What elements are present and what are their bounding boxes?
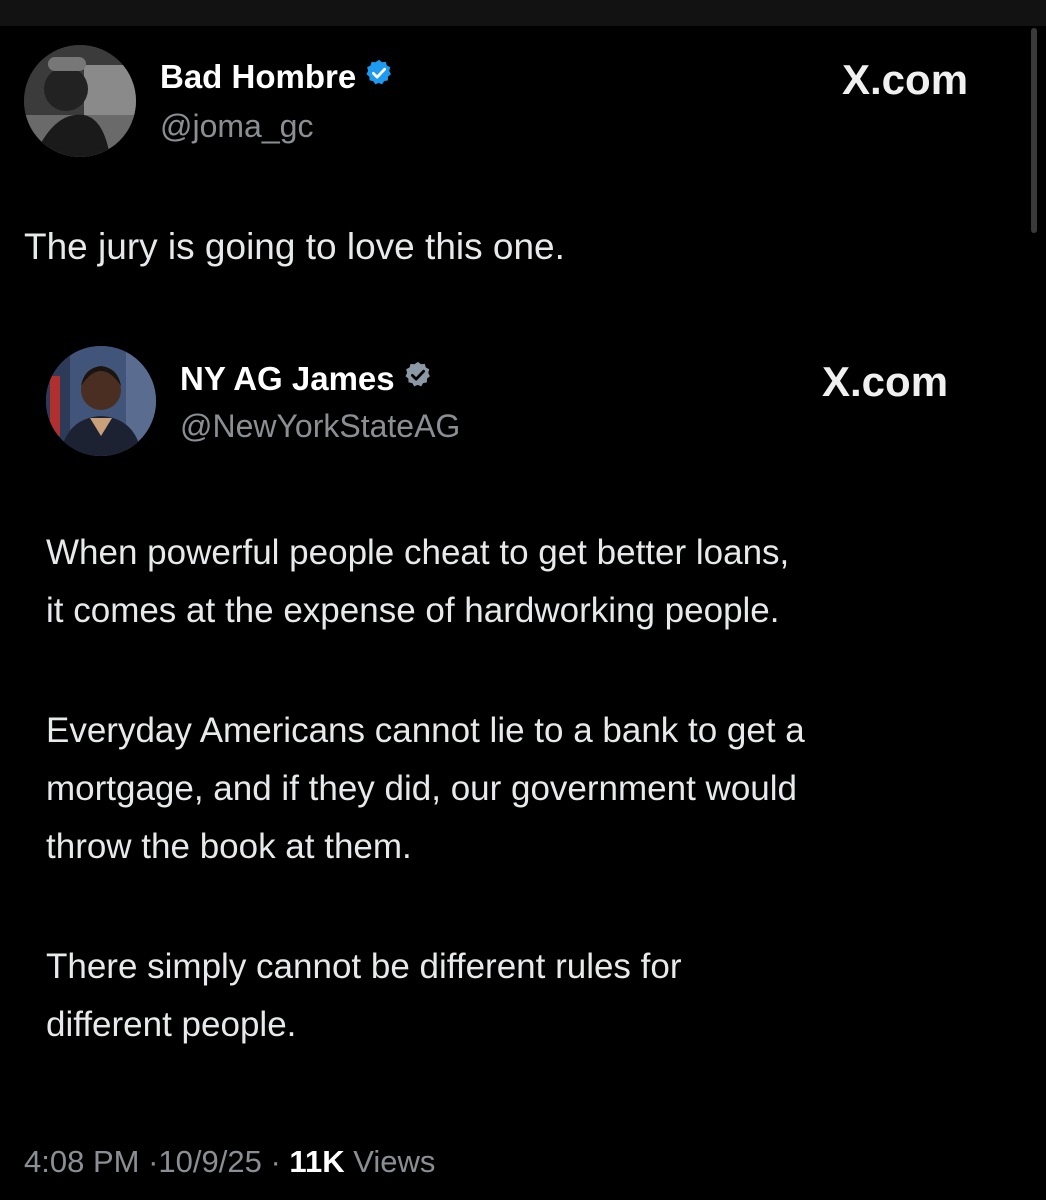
quoted-author-name[interactable]: NY AG James xyxy=(180,360,433,398)
status-bar-band xyxy=(0,0,1046,26)
views-label: Views xyxy=(353,1144,436,1179)
author-handle[interactable]: @joma_gc xyxy=(160,108,313,145)
tweet-time[interactable]: 4:08 PM xyxy=(24,1144,139,1179)
quoted-author-handle[interactable]: @NewYorkStateAG xyxy=(180,408,460,445)
quoted-line: When powerful people cheat to get better… xyxy=(46,533,790,572)
views-count[interactable]: 11K xyxy=(289,1144,344,1179)
verified-badge-icon xyxy=(364,58,394,96)
brand-x-com: X.com xyxy=(842,56,969,103)
meta-separator: · xyxy=(270,1144,281,1179)
tweet-meta: 4:08 PM ·10/9/25 · 11K Views xyxy=(24,1144,435,1180)
meta-separator: · xyxy=(148,1144,159,1179)
quoted-brand-x-com: X.com xyxy=(822,358,949,405)
tweet-date[interactable]: 10/9/25 xyxy=(158,1144,261,1179)
quoted-paragraph-2: Everyday Americans cannot lie to a bank … xyxy=(46,702,805,876)
quoted-author-name-text[interactable]: NY AG James xyxy=(180,360,395,398)
author-name[interactable]: Bad Hombre xyxy=(160,58,394,96)
avatar-bad-hombre[interactable] xyxy=(24,45,136,157)
avatar-ny-ag-james[interactable] xyxy=(46,346,156,456)
quoted-paragraph-3: There simply cannot be different rules f… xyxy=(46,938,682,1054)
quoted-line: throw the book at them. xyxy=(46,827,412,866)
scrollbar[interactable] xyxy=(1031,28,1037,233)
quoted-line: different people. xyxy=(46,1005,297,1044)
verified-badge-icon xyxy=(403,360,433,398)
quoted-paragraph-1: When powerful people cheat to get better… xyxy=(46,524,789,640)
quoted-line: it comes at the expense of hardworking p… xyxy=(46,591,780,630)
quoted-line: There simply cannot be different rules f… xyxy=(46,947,682,986)
quoted-line: Everyday Americans cannot lie to a bank … xyxy=(46,711,805,750)
tweet-text: The jury is going to love this one. xyxy=(24,226,565,267)
quoted-line: mortgage, and if they did, our governmen… xyxy=(46,769,797,808)
author-name-text[interactable]: Bad Hombre xyxy=(160,58,356,96)
